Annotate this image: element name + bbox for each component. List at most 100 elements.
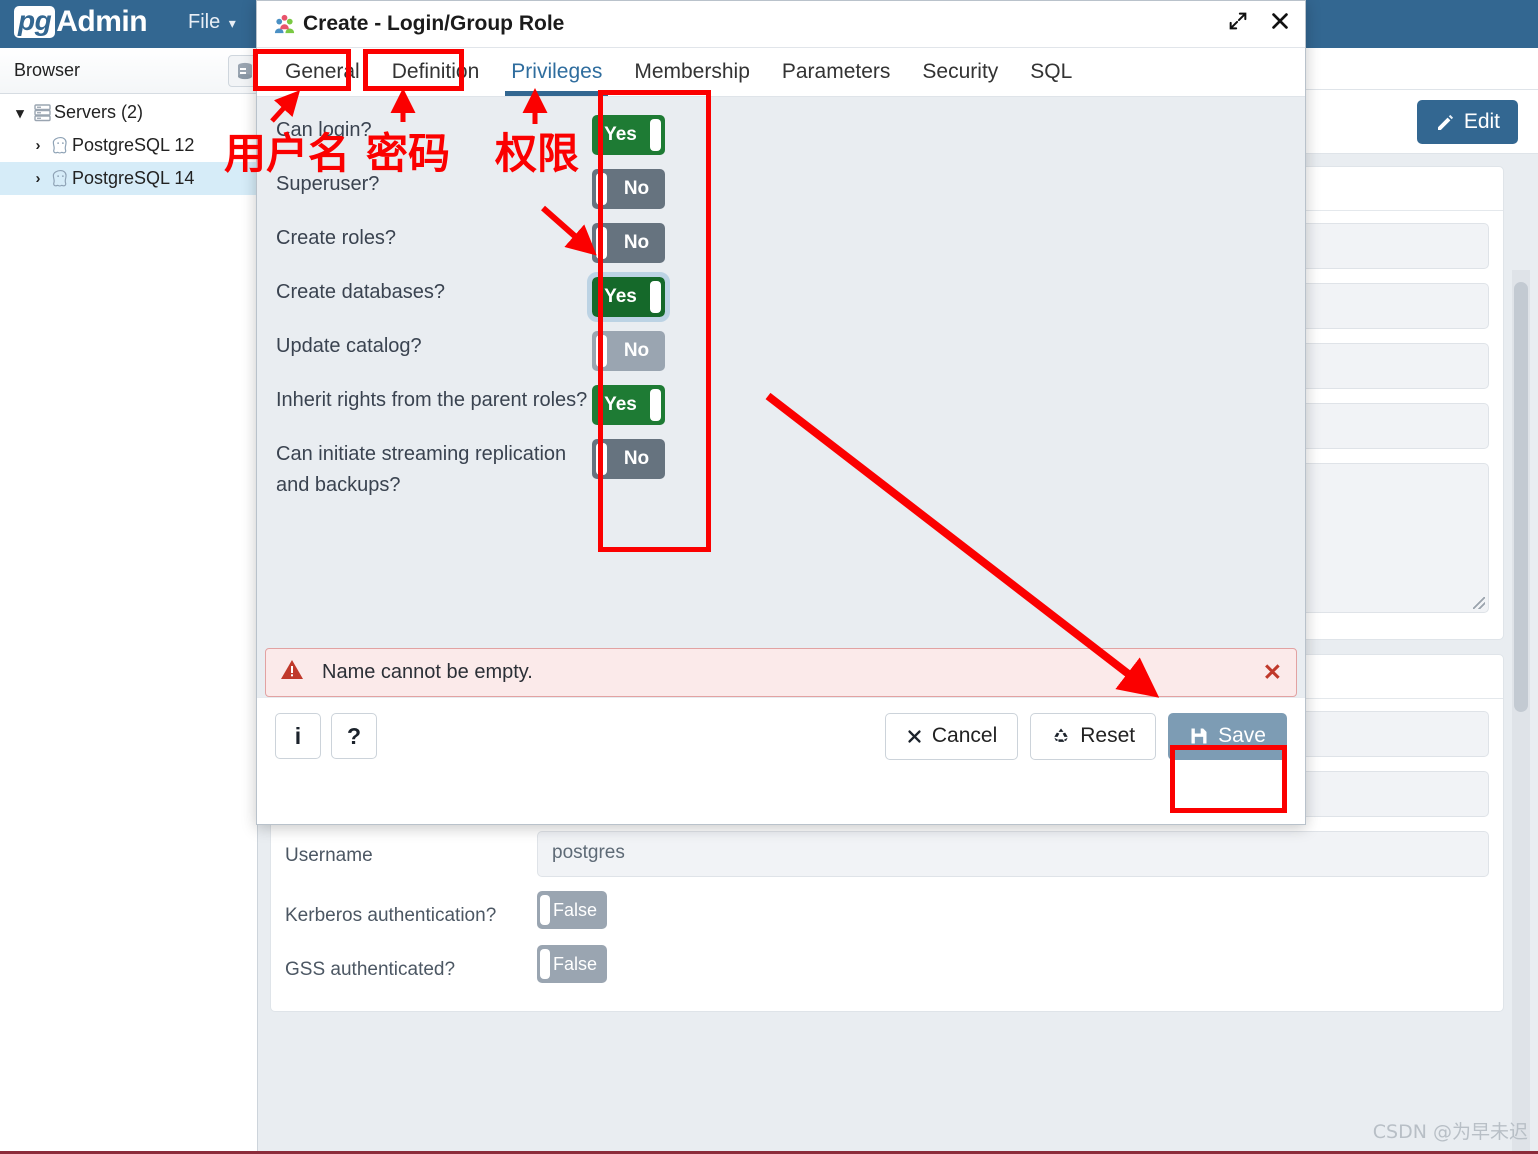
chevron-down-icon[interactable]: ▾ <box>10 104 30 122</box>
superuser-toggle[interactable]: No <box>592 169 665 209</box>
save-button-label: Save <box>1218 724 1266 747</box>
pgadmin-logo: pg Admin <box>14 5 148 38</box>
dialog-header: Create - Login/Group Role <box>257 1 1305 48</box>
privilege-toggle-cell: Yes <box>587 272 692 322</box>
privilege-row-create-databases: Create databases? Yes <box>257 272 1305 322</box>
warning-triangle-icon <box>280 658 304 688</box>
tab-general[interactable]: General <box>269 60 376 96</box>
privilege-label: Superuser? <box>276 173 380 195</box>
footer-actions: Cancel Reset Save <box>884 712 1287 760</box>
privilege-toggle-cell: No <box>592 223 692 263</box>
logo-admin-text: Admin <box>56 5 148 38</box>
create-databases-toggle[interactable]: Yes <box>587 272 670 322</box>
screen-root: pg Admin File ▾ Browser ▾ Servers (2) › … <box>0 0 1538 1154</box>
privilege-label: Create databases? <box>276 281 446 303</box>
tree-item-postgresql-14[interactable]: › PostgreSQL 14 <box>0 162 258 195</box>
update-catalog-toggle[interactable]: No <box>592 331 665 371</box>
cancel-button-label: Cancel <box>931 724 998 747</box>
chevron-right-icon[interactable]: › <box>28 170 48 187</box>
privilege-row-can-login: Can login? Yes <box>257 115 1305 155</box>
chevron-down-icon: ▾ <box>228 15 236 31</box>
close-icon[interactable] <box>1269 10 1291 36</box>
tree-item-postgresql-12[interactable]: › PostgreSQL 12 <box>0 129 258 162</box>
create-login-group-role-dialog: Create - Login/Group Role General Defini… <box>256 0 1306 825</box>
menu-file-label: File <box>188 11 221 33</box>
validation-alert: Name cannot be empty. ✕ <box>265 648 1297 697</box>
browser-header: Browser <box>0 48 262 94</box>
tab-parameters[interactable]: Parameters <box>766 60 907 96</box>
privilege-toggle-cell: Yes <box>592 385 692 425</box>
field-label: Username <box>285 845 373 866</box>
logo-pg-badge: pg <box>14 6 56 38</box>
validation-alert-message: Name cannot be empty. <box>322 661 533 683</box>
privilege-label: Create roles? <box>276 227 397 249</box>
browser-title: Browser <box>14 60 81 80</box>
field-row: GSS authenticated? False <box>285 945 1489 985</box>
recycle-icon <box>1054 728 1068 742</box>
database-icon <box>238 62 252 80</box>
streaming-replication-toggle[interactable]: No <box>592 439 665 479</box>
save-button[interactable]: Save <box>1168 712 1287 760</box>
cancel-button[interactable]: Cancel <box>884 712 1019 760</box>
tab-membership[interactable]: Membership <box>618 60 766 96</box>
watermark: CSDN @为早未迟 <box>1372 1121 1528 1143</box>
privilege-toggle-cell: No <box>592 331 692 371</box>
tree-item-label: PostgreSQL 14 <box>72 168 195 188</box>
privileges-panel: Can login? Yes Superuser? No Create role… <box>257 97 1305 697</box>
kerberos-authentication-toggle[interactable]: False <box>537 891 607 929</box>
edit-button[interactable]: Edit <box>1416 100 1518 144</box>
privilege-label: Update catalog? <box>276 335 422 357</box>
dialog-title-text: Create - Login/Group Role <box>303 12 565 35</box>
reset-button[interactable]: Reset <box>1030 712 1157 760</box>
dialog-tabs: General Definition Privileges Membership… <box>257 48 1305 97</box>
can-login-toggle[interactable]: Yes <box>592 115 665 155</box>
postgres-elephant-icon <box>48 136 72 155</box>
username-field[interactable]: postgres <box>537 831 1489 877</box>
menu-file[interactable]: File ▾ <box>188 11 236 34</box>
privilege-row-update-catalog: Update catalog? No <box>257 331 1305 371</box>
privilege-row-streaming-replication: Can initiate streaming replication and b… <box>257 439 1305 501</box>
dialog-header-actions <box>1227 10 1291 36</box>
tab-security[interactable]: Security <box>906 60 1014 96</box>
scrollbar-thumb[interactable] <box>1514 282 1528 712</box>
privilege-row-superuser: Superuser? No <box>257 169 1305 209</box>
dialog-title: Create - Login/Group Role <box>273 12 564 36</box>
tree-item-label: PostgreSQL 12 <box>72 135 195 155</box>
resize-handle-icon[interactable] <box>1473 597 1485 609</box>
help-button[interactable]: ? <box>331 713 377 759</box>
tree-item-servers[interactable]: ▾ Servers (2) <box>0 96 258 129</box>
pencil-icon <box>1437 114 1453 130</box>
privilege-label: Can initiate streaming replication and b… <box>276 443 567 496</box>
create-roles-toggle[interactable]: No <box>592 223 665 263</box>
gss-authenticated-toggle[interactable]: False <box>537 945 607 983</box>
privilege-label: Inherit rights from the parent roles? <box>276 389 588 411</box>
postgres-elephant-icon <box>48 169 72 188</box>
field-row: Kerberos authentication? False <box>285 891 1489 931</box>
expand-icon[interactable] <box>1227 10 1249 36</box>
field-label: Kerberos authentication? <box>285 905 497 926</box>
x-icon <box>908 729 921 743</box>
tab-definition[interactable]: Definition <box>376 60 496 96</box>
browser-tree: ▾ Servers (2) › PostgreSQL 12 › PostgreS… <box>0 96 258 195</box>
tab-privileges[interactable]: Privileges <box>495 60 618 96</box>
privilege-toggle-cell: No <box>592 169 692 209</box>
inherit-rights-toggle[interactable]: Yes <box>592 385 665 425</box>
privilege-toggle-cell: No <box>592 439 692 479</box>
field-row: Username postgres <box>285 831 1489 877</box>
floppy-save-icon <box>1191 728 1207 744</box>
privilege-row-create-roles: Create roles? No <box>257 223 1305 263</box>
chevron-right-icon[interactable]: › <box>28 137 48 154</box>
servers-icon <box>30 103 54 122</box>
edit-button-label: Edit <box>1463 110 1500 133</box>
field-label: GSS authenticated? <box>285 959 456 980</box>
privilege-row-inherit-rights: Inherit rights from the parent roles? Ye… <box>257 385 1305 425</box>
dialog-footer: i ? Cancel Reset Save <box>257 697 1305 774</box>
info-button[interactable]: i <box>275 713 321 759</box>
tab-sql[interactable]: SQL <box>1014 60 1088 96</box>
alert-close-icon[interactable]: ✕ <box>1263 659 1282 686</box>
reset-button-label: Reset <box>1080 724 1136 747</box>
privilege-toggle-cell: Yes <box>592 115 692 155</box>
login-group-role-icon <box>274 14 295 33</box>
privilege-label: Can login? <box>276 119 372 141</box>
tree-item-label: Servers (2) <box>54 102 144 122</box>
